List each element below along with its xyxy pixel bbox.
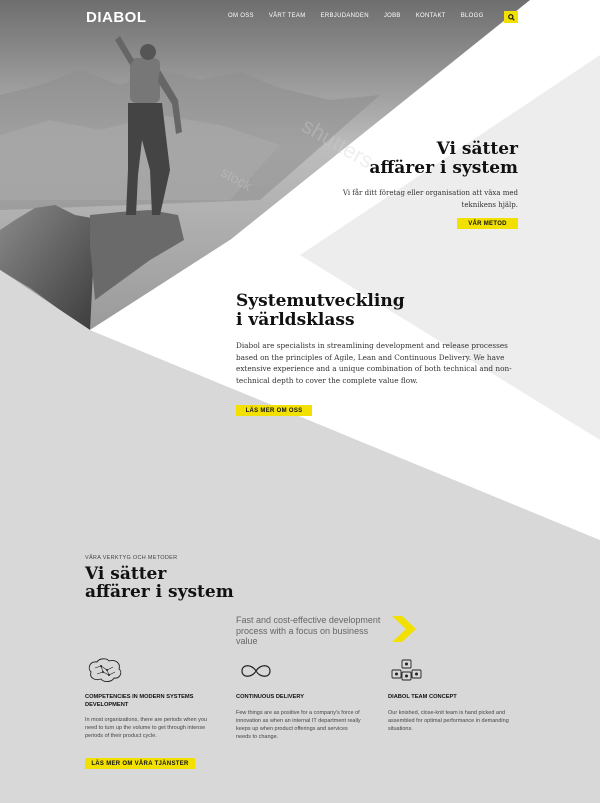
feature-continuous-delivery-text: Few things are as positive for a company… xyxy=(236,709,361,741)
nav-vart-team[interactable]: VÅRT TEAM xyxy=(269,13,306,19)
development-title-line2: i världsklass xyxy=(236,310,355,330)
development-title: Systemutveckling i världsklass xyxy=(236,292,405,330)
feature-competencies-text: In most organizations, there are periods… xyxy=(85,717,207,740)
hero-title-line1: Vi sätter xyxy=(436,139,518,159)
feature-team-concept-title: DIABOL TEAM CONCEPT xyxy=(388,694,457,700)
brain-icon xyxy=(88,658,122,682)
feature-continuous-delivery: CONTINUOUS DELIVERY Few things are as po… xyxy=(236,658,364,741)
nav-blogg[interactable]: BLOGG xyxy=(461,13,484,19)
team-icon xyxy=(391,659,422,681)
development-title-line1: Systemutveckling xyxy=(236,291,405,311)
feature-competencies: COMPETENCIES IN MODERN SYSTEMS DEVELOPME… xyxy=(85,658,213,741)
feature-competencies-title: COMPETENCIES IN MODERN SYSTEMS DEVELOPME… xyxy=(85,694,194,708)
feature-continuous-delivery-title: CONTINUOUS DELIVERY xyxy=(236,694,305,700)
infinity-icon xyxy=(241,665,271,677)
nav-om-oss[interactable]: OM OSS xyxy=(228,13,254,19)
search-button[interactable] xyxy=(504,11,518,23)
hero-title-line2: affärer i system xyxy=(369,158,518,178)
tools-eyebrow: VÅRA VERKTYG OCH METODER xyxy=(85,555,178,561)
feature-team-concept: DIABOL TEAM CONCEPT Our knished, close-k… xyxy=(388,658,516,733)
diabol-logo[interactable]: DIABOL xyxy=(86,9,147,26)
nav-kontakt[interactable]: KONTAKT xyxy=(416,13,446,19)
las-mer-om-oss-button[interactable]: LÄS MER OM OSS xyxy=(236,405,312,416)
var-metod-button[interactable]: VÅR METOD xyxy=(457,218,518,229)
hero-subtitle: Vi får ditt företag eller organisation a… xyxy=(342,189,518,209)
tools-title-line2: affärer i system xyxy=(85,582,234,602)
nav-jobb[interactable]: JOBB xyxy=(384,13,401,19)
development-body: Diabol are specialists in streamlining d… xyxy=(236,341,512,385)
tools-title: Vi sätter affärer i system xyxy=(85,565,234,601)
main-nav: OM OSS VÅRT TEAM ERBJUDANDEN JOBB KONTAK… xyxy=(228,13,499,19)
las-mer-om-tjanster-button[interactable]: LÄS MER OM VÅRA TJÄNSTER xyxy=(85,758,195,769)
chevron-right-icon xyxy=(392,616,416,642)
feature-team-concept-text: Our knished, close-knit team is hand pic… xyxy=(388,709,509,732)
search-icon xyxy=(507,13,515,21)
tools-tagline: Fast and cost-effective development proc… xyxy=(236,615,381,646)
hero-title: Vi sätter affärer i system xyxy=(369,140,518,178)
tools-title-line1: Vi sätter xyxy=(85,564,167,584)
nav-erbjudanden[interactable]: ERBJUDANDEN xyxy=(321,13,369,19)
